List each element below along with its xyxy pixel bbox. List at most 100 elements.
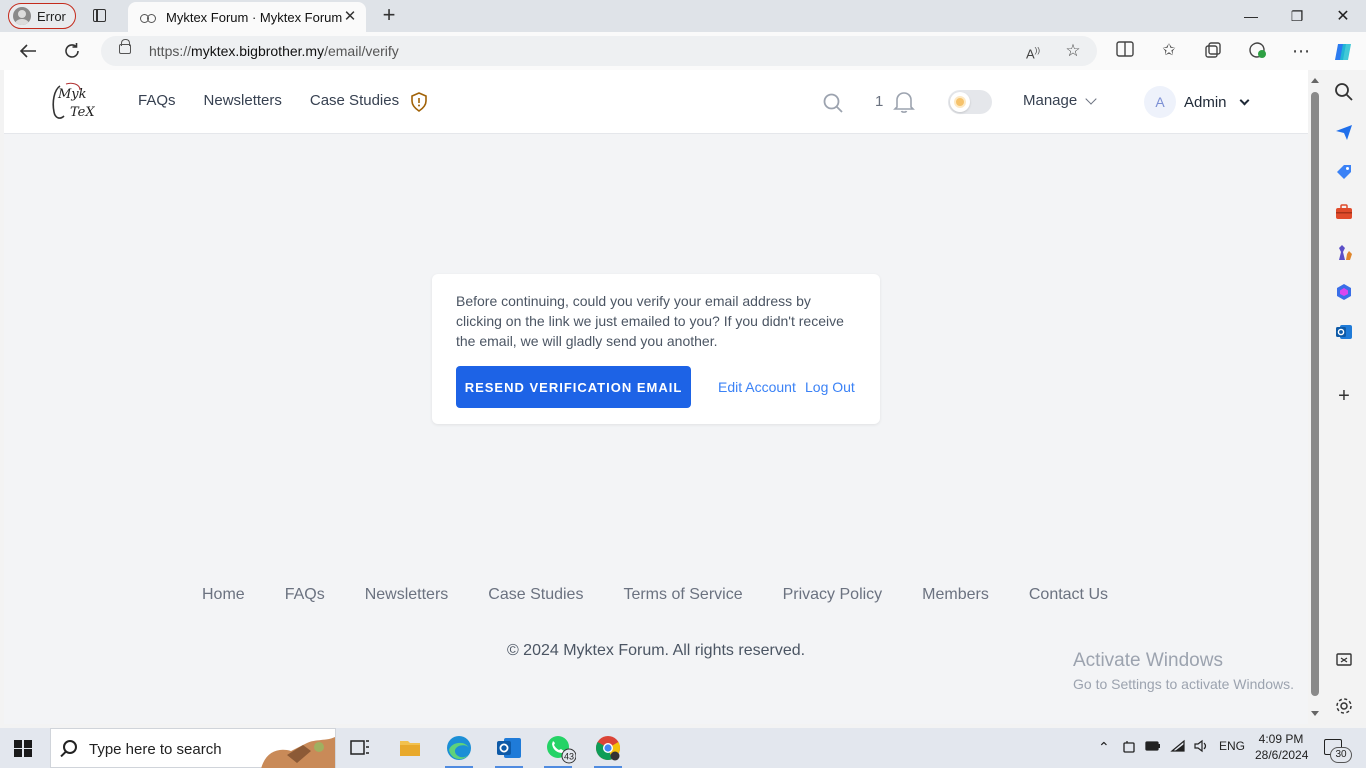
sidebar-games-icon[interactable] — [1334, 242, 1354, 262]
shield-icon[interactable] — [410, 92, 428, 112]
split-screen-icon[interactable] — [1114, 41, 1136, 61]
svg-text:43: 43 — [564, 752, 574, 762]
clock-date: 28/6/2024 — [1255, 748, 1309, 762]
address-bar[interactable]: https://myktex.bigbrother.my/email/verif… — [101, 36, 1097, 66]
sidebar-add-icon[interactable]: + — [1334, 386, 1354, 406]
volume-icon[interactable] — [1193, 739, 1209, 756]
favorites-icon[interactable]: ✩ — [1158, 41, 1180, 61]
sidebar-office-icon[interactable] — [1334, 282, 1354, 302]
sidebar-screenshot-icon[interactable] — [1334, 650, 1354, 670]
outlook-taskbar-icon[interactable] — [491, 732, 527, 768]
collections-icon[interactable] — [1202, 41, 1224, 61]
verify-email-card: Before continuing, could you verify your… — [432, 274, 880, 424]
taskbar-search[interactable]: Type here to search — [50, 728, 336, 768]
chevron-down-icon — [1085, 92, 1097, 105]
nav-newsletters[interactable]: Newsletters — [204, 92, 282, 109]
more-options-icon[interactable]: ⋯ — [1290, 41, 1312, 61]
footer-contact-link[interactable]: Contact Us — [1029, 586, 1108, 604]
edge-taskbar-icon[interactable] — [441, 732, 477, 768]
footer-members-link[interactable]: Members — [922, 586, 989, 604]
manage-dropdown[interactable]: Manage — [1023, 92, 1097, 109]
user-name: Admin — [1184, 93, 1227, 111]
show-hidden-icons-icon[interactable]: ⌃ — [1098, 739, 1110, 756]
copilot-icon[interactable] — [1332, 41, 1354, 61]
theme-toggle[interactable] — [948, 90, 992, 114]
profile-button[interactable]: Error — [8, 3, 76, 29]
footer-case-studies-link[interactable]: Case Studies — [488, 586, 583, 604]
footer-faqs-link[interactable]: FAQs — [285, 586, 325, 604]
file-explorer-icon[interactable] — [392, 732, 428, 764]
back-button[interactable] — [15, 38, 41, 64]
user-menu[interactable]: A Admin — [1144, 86, 1249, 118]
windows-start-icon[interactable] — [14, 740, 32, 757]
battery-icon[interactable] — [1145, 739, 1161, 756]
site-favicon-icon — [140, 11, 156, 23]
site-header: Myk TeX FAQs Newsletters Case Studies 1 … — [4, 70, 1308, 134]
browser-essentials-icon[interactable] — [1246, 41, 1268, 61]
scrollbar-thumb[interactable] — [1311, 92, 1319, 696]
sidebar-settings-icon[interactable] — [1334, 696, 1354, 716]
footer-privacy-link[interactable]: Privacy Policy — [783, 586, 883, 604]
site-logo[interactable]: Myk TeX — [46, 80, 104, 124]
favorite-star-icon[interactable]: ☆ — [1063, 41, 1083, 61]
edit-account-link[interactable]: Edit Account — [718, 379, 796, 395]
clock-time: 4:09 PM — [1258, 732, 1304, 746]
new-tab-button[interactable]: + — [378, 4, 400, 26]
svg-text:Myk: Myk — [57, 87, 87, 102]
sidebar-search-icon[interactable] — [1334, 82, 1354, 102]
footer-newsletters-link[interactable]: Newsletters — [365, 586, 449, 604]
windows-taskbar: Type here to search 43 ⌃ ENG 4:09 PM 28/… — [0, 728, 1366, 768]
back-arrow-icon — [19, 44, 36, 58]
sidebar-tools-icon[interactable] — [1334, 202, 1354, 222]
main-nav: FAQs Newsletters Case Studies — [138, 92, 399, 109]
task-view-icon[interactable] — [342, 732, 378, 764]
chrome-taskbar-icon[interactable] — [590, 732, 626, 768]
tab-title: Myktex Forum · Myktex Forum — [166, 9, 343, 25]
resend-verification-button[interactable]: RESEND VERIFICATION EMAIL — [456, 366, 691, 408]
taskbar-clock[interactable]: 4:09 PM 28/6/2024 — [1255, 731, 1309, 763]
nav-case-studies[interactable]: Case Studies — [310, 92, 399, 109]
close-window-button[interactable]: ✕ — [1320, 0, 1366, 32]
svg-text:TeX: TeX — [70, 105, 95, 120]
tab-actions-icon[interactable] — [88, 6, 110, 26]
scroll-down-icon[interactable] — [1311, 711, 1319, 716]
avatar: A — [1144, 86, 1176, 118]
footer-terms-link[interactable]: Terms of Service — [623, 586, 742, 604]
minimize-button[interactable]: — — [1228, 0, 1274, 32]
wifi-icon[interactable] — [1170, 739, 1186, 756]
page-scrollbar[interactable] — [1308, 70, 1322, 724]
restore-button[interactable]: ❐ — [1274, 0, 1320, 32]
profile-label: Error — [37, 8, 66, 24]
tab-close-icon[interactable]: ✕ — [342, 9, 358, 25]
active-tab[interactable]: Myktex Forum · Myktex Forum ✕ — [128, 2, 366, 32]
scroll-up-icon[interactable] — [1311, 78, 1319, 83]
activate-windows-title: Activate Windows — [1073, 650, 1223, 671]
footer-home-link[interactable]: Home — [202, 586, 245, 604]
sidebar-shopping-icon[interactable] — [1334, 162, 1354, 182]
page-viewport: Myk TeX FAQs Newsletters Case Studies 1 … — [4, 70, 1308, 724]
search-icon — [63, 740, 77, 754]
whatsapp-taskbar-icon[interactable]: 43 — [540, 732, 577, 768]
tab-strip: Error Myktex Forum · Myktex Forum ✕ + — … — [0, 0, 1366, 32]
verify-message: Before continuing, could you verify your… — [456, 293, 844, 349]
address-url[interactable]: https://myktex.bigbrother.my/email/verif… — [149, 43, 399, 59]
meet-now-icon[interactable] — [1122, 739, 1136, 758]
bell-icon[interactable] — [893, 90, 915, 114]
nav-faqs[interactable]: FAQs — [138, 92, 176, 109]
logout-link[interactable]: Log Out — [805, 379, 855, 395]
manage-label: Manage — [1023, 92, 1078, 109]
activate-windows-subtitle: Go to Settings to activate Windows. — [1073, 676, 1294, 692]
refresh-button[interactable] — [59, 38, 85, 64]
sidebar-outlook-icon[interactable] — [1334, 322, 1354, 342]
search-icon[interactable] — [822, 92, 844, 114]
profile-avatar-icon — [13, 7, 31, 25]
edge-sidebar: + — [1322, 70, 1366, 724]
lock-icon — [119, 39, 131, 54]
sidebar-send-icon[interactable] — [1334, 122, 1354, 142]
notification-count[interactable]: 1 — [875, 93, 883, 110]
language-indicator[interactable]: ENG — [1219, 739, 1245, 753]
chevron-down-icon — [1239, 95, 1249, 105]
search-highlight-icon — [261, 737, 335, 768]
taskbar-search-placeholder: Type here to search — [89, 741, 222, 758]
read-aloud-icon[interactable]: A)) — [1023, 41, 1043, 61]
